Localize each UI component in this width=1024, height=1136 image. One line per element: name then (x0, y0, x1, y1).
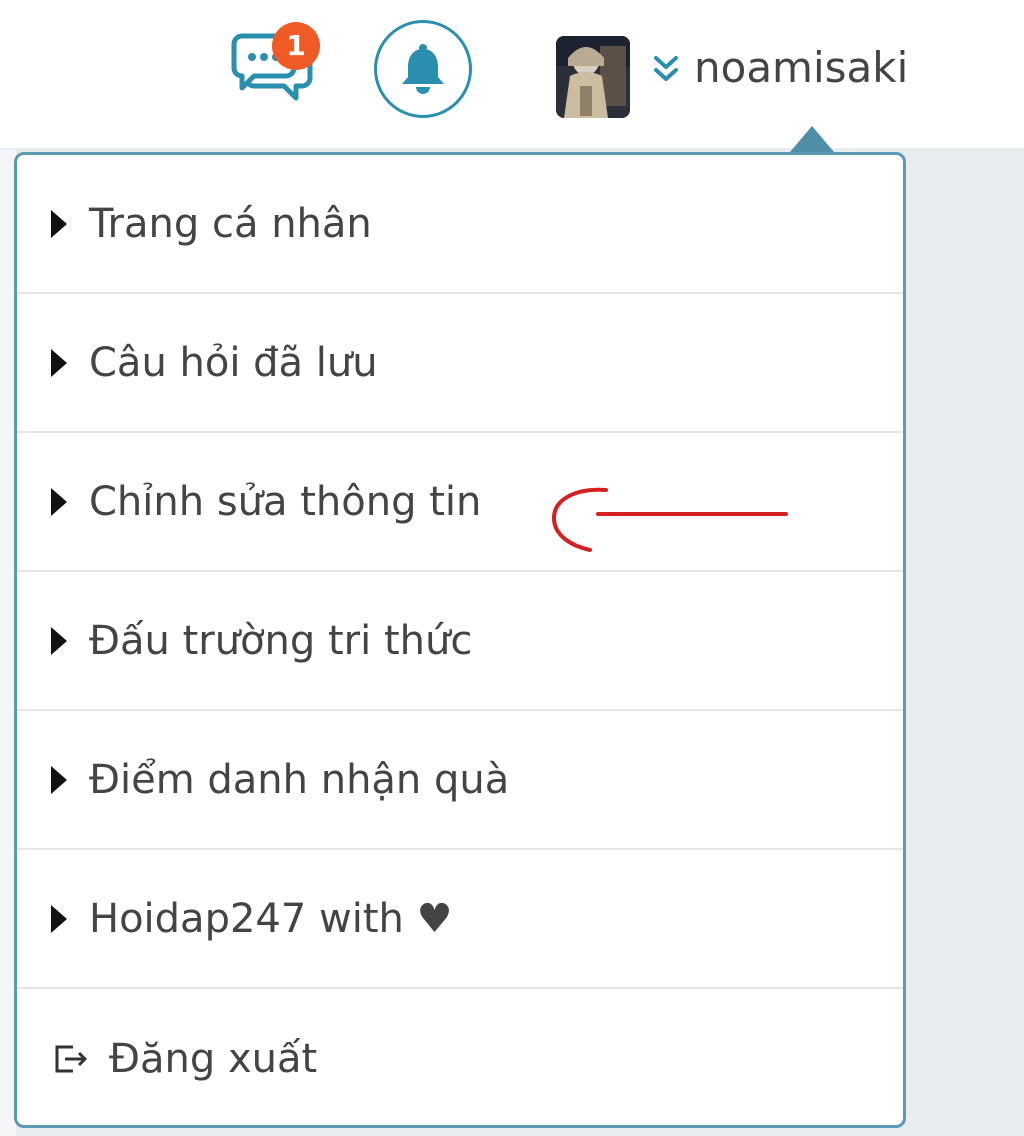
dropdown-caret (790, 126, 834, 152)
caret-right-icon (51, 487, 67, 516)
menu-item-label: Trang cá nhân (89, 200, 372, 247)
double-chevron-down-icon[interactable] (652, 52, 680, 86)
logout-icon (55, 1045, 88, 1073)
logout-label: Đăng xuất (109, 1036, 318, 1082)
menu-item-saved-questions[interactable]: Câu hỏi đã lưu (17, 294, 903, 433)
user-dropdown-menu: Trang cá nhân Câu hỏi đã lưu Chỉnh sửa t… (14, 152, 906, 1128)
menu-item-logout[interactable]: Đăng xuất (17, 989, 903, 1125)
caret-right-icon (51, 209, 67, 238)
menu-item-daily-checkin[interactable]: Điểm danh nhận quà (17, 711, 903, 850)
menu-item-label: Đấu trường tri thức (89, 617, 473, 664)
caret-right-icon (51, 348, 67, 377)
bell-icon (402, 44, 444, 94)
notifications-button[interactable] (374, 20, 472, 118)
messages-count-badge: 1 (272, 22, 320, 70)
caret-right-icon (51, 904, 67, 933)
username-label[interactable]: noamisaki (694, 40, 908, 96)
user-avatar[interactable] (556, 36, 630, 118)
caret-right-icon (51, 765, 67, 794)
menu-item-profile[interactable]: Trang cá nhân (17, 155, 903, 294)
caret-right-icon (51, 626, 67, 655)
menu-item-label: Hoidap247 with ♥ (89, 895, 453, 942)
menu-item-knowledge-arena[interactable]: Đấu trường tri thức (17, 572, 903, 711)
menu-item-label: Chỉnh sửa thông tin (89, 478, 482, 525)
menu-item-label: Điểm danh nhận quà (89, 756, 510, 803)
menu-item-edit-info[interactable]: Chỉnh sửa thông tin (17, 433, 903, 572)
menu-item-hoidap247-with-love[interactable]: Hoidap247 with ♥ (17, 850, 903, 989)
menu-item-label: Câu hỏi đã lưu (89, 339, 378, 386)
